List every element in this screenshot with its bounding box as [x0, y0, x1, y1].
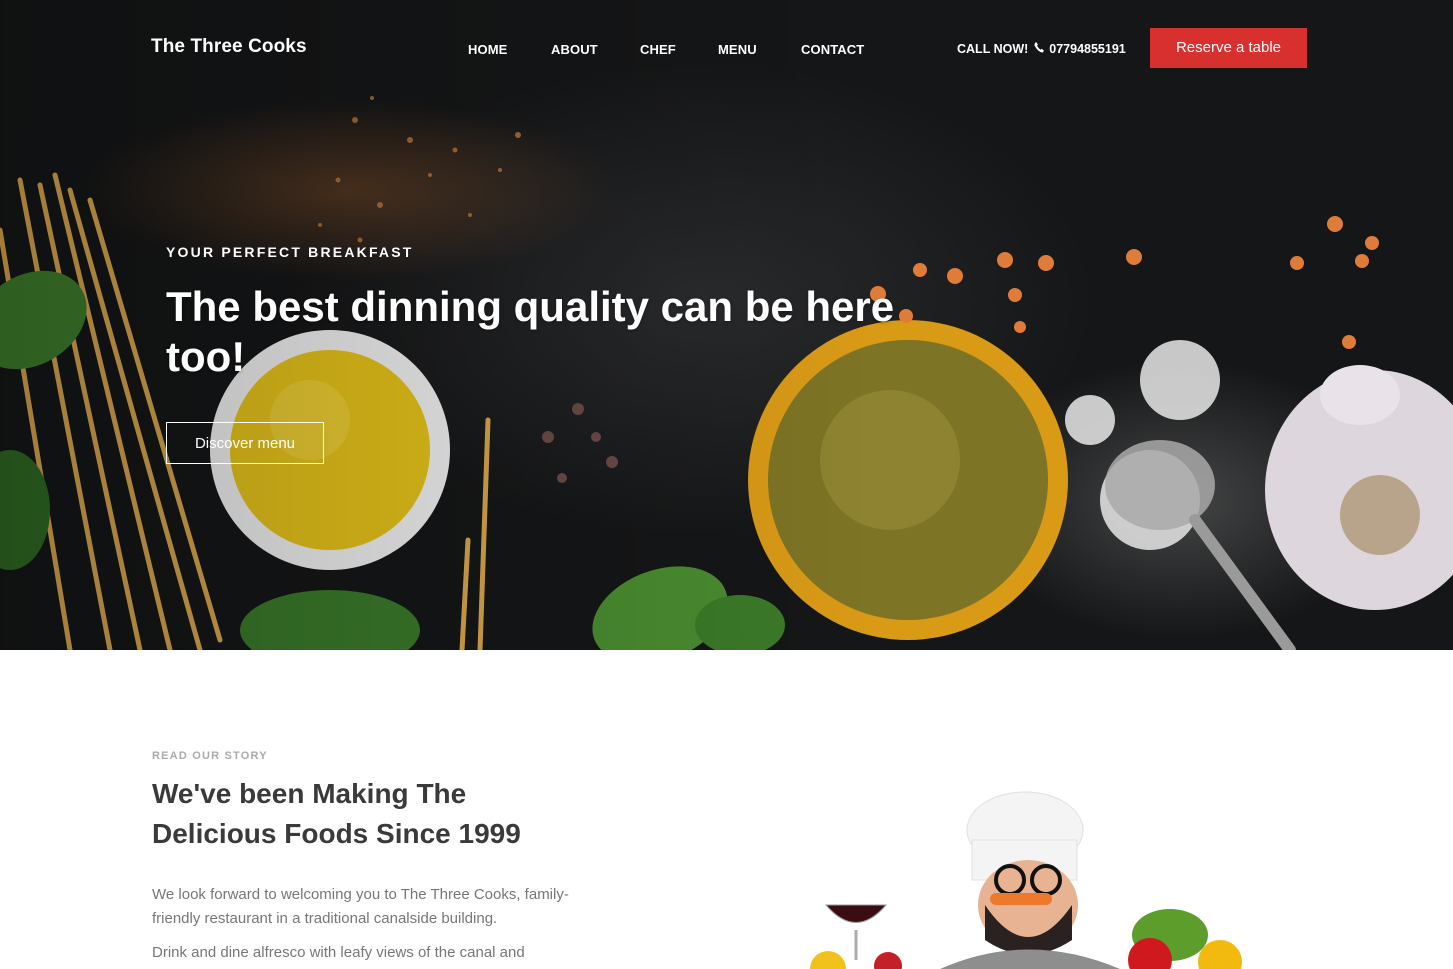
nav-home[interactable]: HOME: [468, 42, 507, 57]
discover-menu-button[interactable]: Discover menu: [166, 422, 324, 464]
hero-headline: The best dinning quality can be here too…: [166, 283, 895, 380]
story-paragraph: Drink and dine alfresco with leafy views…: [152, 944, 525, 961]
chef-image: [810, 791, 1242, 969]
call-now[interactable]: CALL NOW! 07794855191: [957, 42, 1126, 56]
phone-number: 07794855191: [1049, 42, 1126, 56]
nav-chef[interactable]: CHEF: [640, 42, 676, 57]
nav-menu[interactable]: MENU: [718, 42, 757, 57]
hero-eyebrow: YOUR PERFECT BREAKFAST: [166, 244, 414, 260]
phone-icon: [1034, 42, 1044, 56]
nav-contact[interactable]: CONTACT: [801, 42, 864, 57]
reserve-table-button[interactable]: Reserve a table: [1150, 28, 1307, 68]
story-paragraph: We look forward to welcoming you to The …: [152, 886, 569, 927]
story-title: We've been Making The Delicious Foods Si…: [152, 778, 521, 849]
story-eyebrow: READ OUR STORY: [152, 750, 268, 762]
nav-about[interactable]: ABOUT: [551, 42, 598, 57]
site-logo[interactable]: The Three Cooks: [151, 36, 307, 58]
call-label: CALL NOW!: [957, 42, 1029, 56]
